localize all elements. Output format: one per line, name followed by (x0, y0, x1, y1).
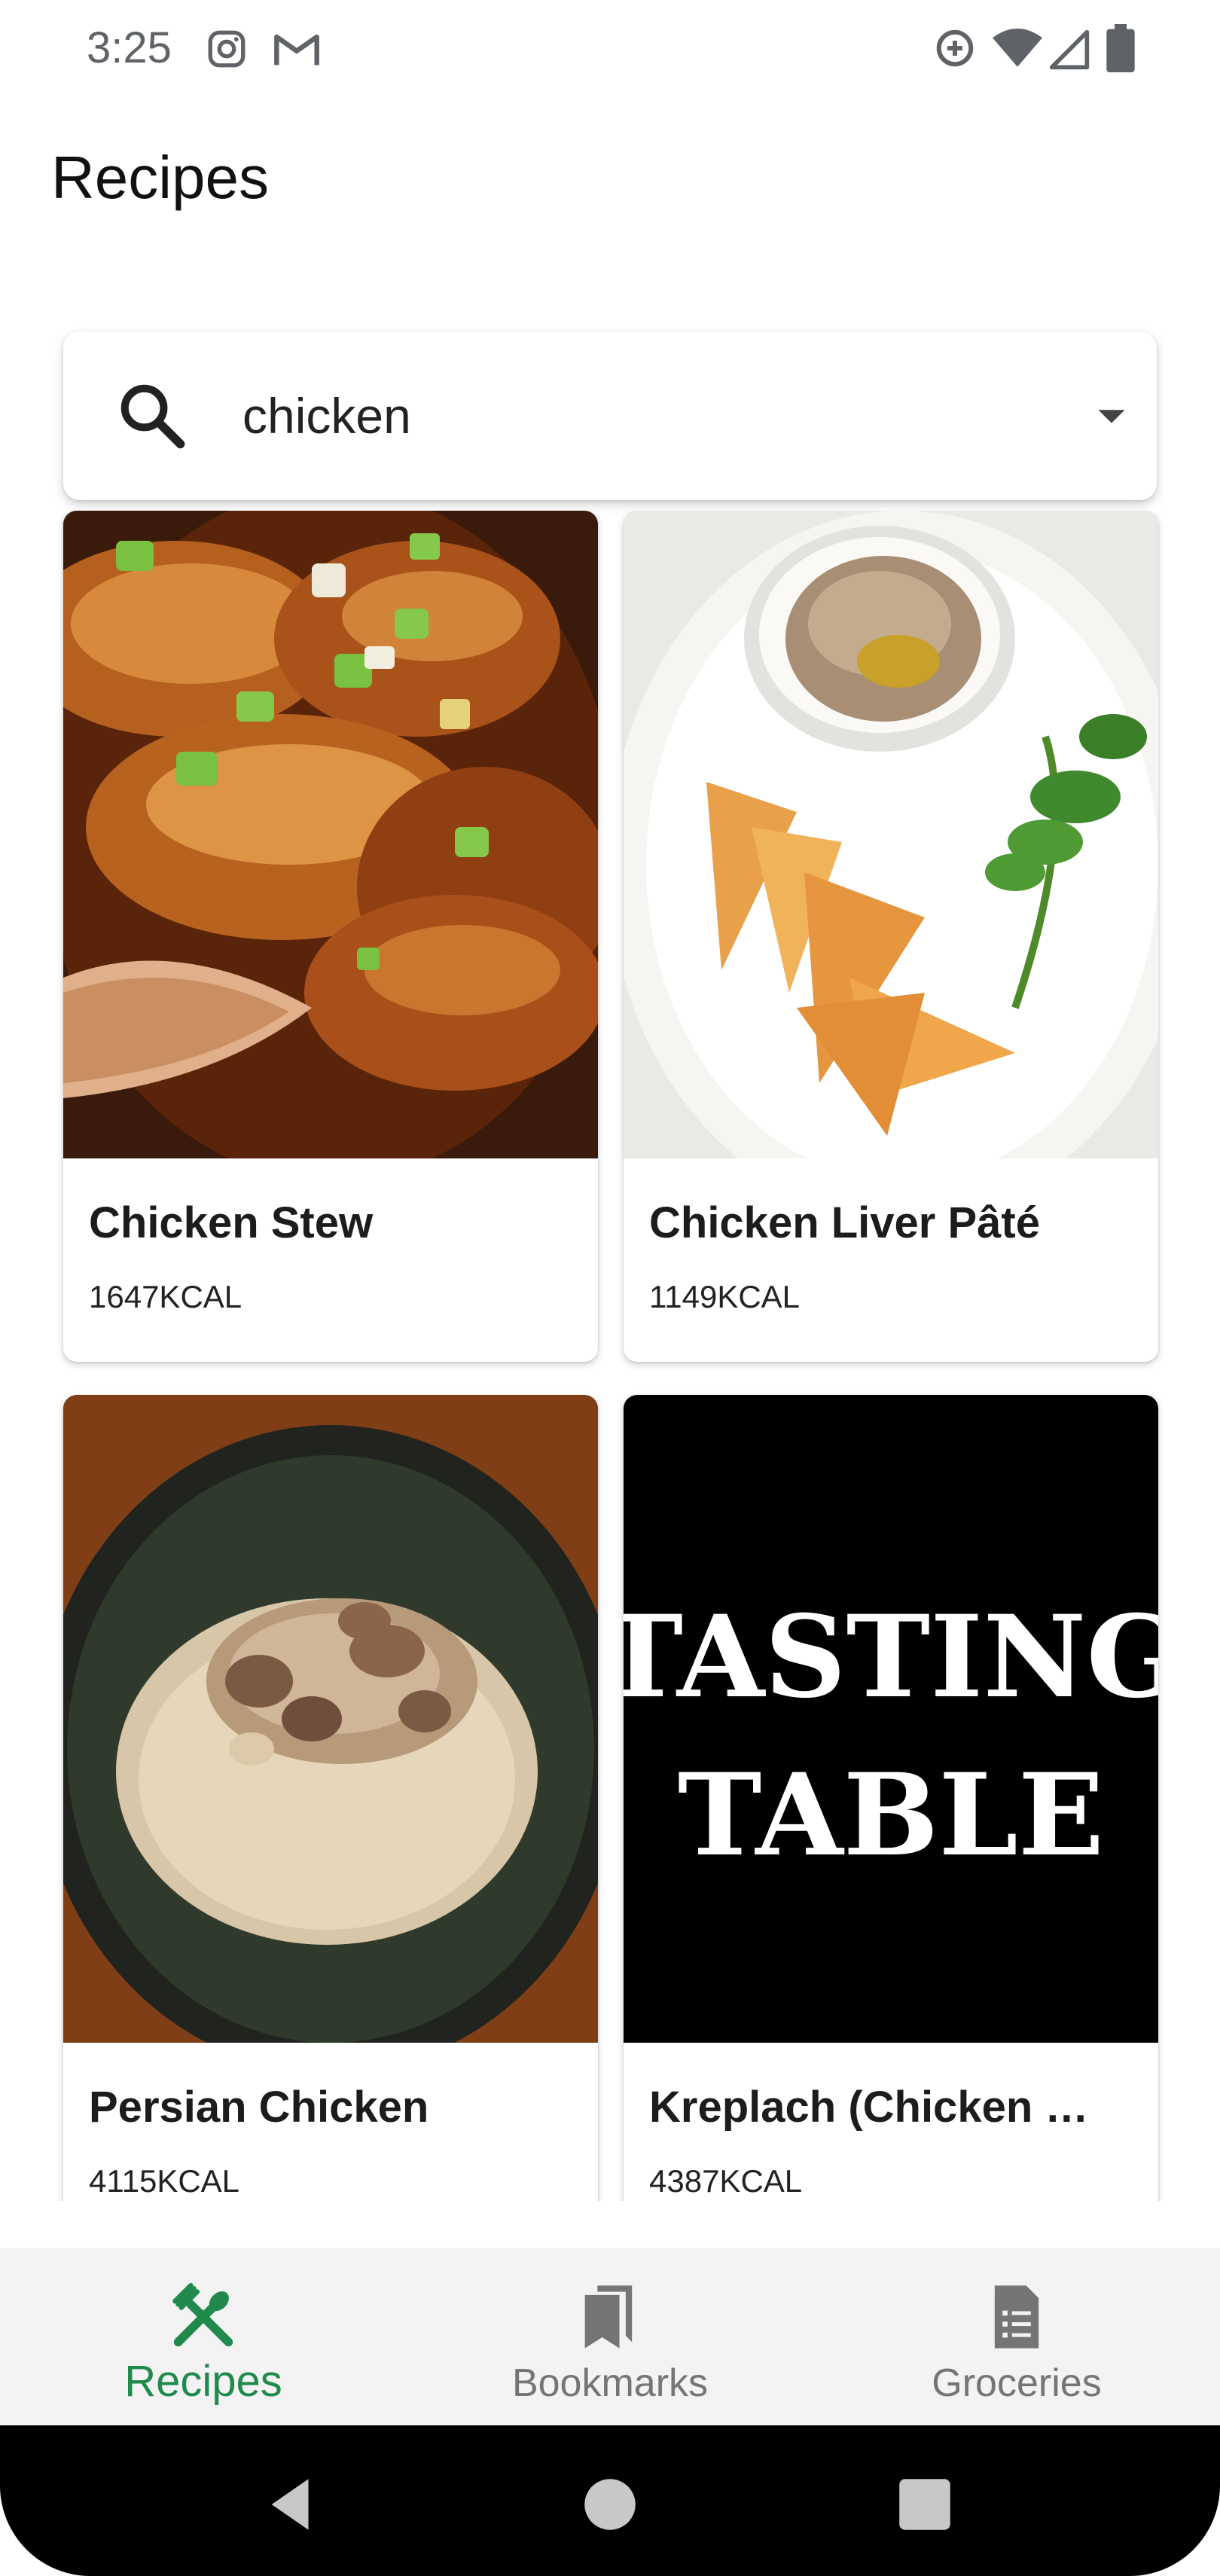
status-bar: 3:25 (0, 0, 1220, 98)
nav-label-bookmarks: Bookmarks (511, 2361, 709, 2405)
nav-item-bookmarks[interactable]: Bookmarks (407, 2248, 813, 2425)
status-time: 3:25 (87, 23, 172, 72)
svg-text:TASTING: TASTING (624, 1591, 1158, 1723)
bookmarks-icon (584, 2285, 633, 2349)
dropdown-arrow-icon[interactable] (1081, 390, 1142, 443)
battery-icon (1106, 24, 1135, 72)
recipe-image-chicken-liver-pate (624, 511, 1158, 1158)
recipe-image-chicken-stew (63, 511, 598, 1158)
gmail-icon (274, 34, 319, 66)
recipe-title: Kreplach (Chicken … (649, 2083, 1089, 2132)
page-title: Recipes (51, 144, 270, 211)
nav-item-recipes[interactable]: Recipes (0, 2248, 407, 2425)
search-icon[interactable] (114, 378, 190, 453)
recipe-title: Chicken Stew (89, 1198, 374, 1247)
cell-signal-icon (1049, 29, 1090, 70)
recipe-title: Chicken Liver Pâté (649, 1198, 1040, 1247)
data-saver-icon (936, 29, 974, 67)
system-navigation-bar (0, 2425, 1220, 2576)
search-input[interactable] (242, 371, 996, 461)
recipe-image-persian-chicken (63, 1395, 598, 2043)
recipe-calories: 4387KCAL (649, 2163, 803, 2199)
groceries-icon (994, 2285, 1039, 2349)
recipe-card[interactable]: Chicken Liver Pâté 1149KCAL (624, 511, 1158, 1362)
recipe-calories: 1647KCAL (89, 1279, 242, 1314)
home-icon[interactable] (576, 2471, 644, 2538)
recipe-card[interactable]: Chicken Stew 1647KCAL (63, 511, 598, 1362)
svg-text:TABLE: TABLE (678, 1749, 1104, 1882)
nav-item-groceries[interactable]: Groceries (813, 2248, 1220, 2425)
recents-icon[interactable] (891, 2471, 959, 2538)
bottom-navigation: Recipes Bookmarks Groceries (0, 2248, 1220, 2425)
recipe-calories: 1149KCAL (649, 1279, 801, 1314)
back-icon[interactable] (258, 2471, 325, 2538)
recipe-title: Persian Chicken (89, 2083, 429, 2132)
nav-label-recipes: Recipes (124, 2357, 282, 2406)
nav-label-groceries: Groceries (932, 2361, 1102, 2405)
wifi-icon (993, 28, 1042, 67)
restaurant-icon (172, 2283, 233, 2347)
recipe-calories: 4115KCAL (89, 2163, 240, 2199)
instagram-icon (208, 30, 246, 68)
search-bar (63, 331, 1157, 500)
recipe-card[interactable]: TASTING TABLE Kreplach (Chicken … 4387KC… (624, 1395, 1158, 2201)
recipe-image-tasting-table-logo: TASTING TABLE (624, 1395, 1158, 2043)
recipe-grid[interactable]: Chicken Stew 1647KCAL Chicken Liver Pâté… (0, 511, 1220, 2201)
recipe-card[interactable]: Persian Chicken 4115KCAL (63, 1395, 598, 2201)
